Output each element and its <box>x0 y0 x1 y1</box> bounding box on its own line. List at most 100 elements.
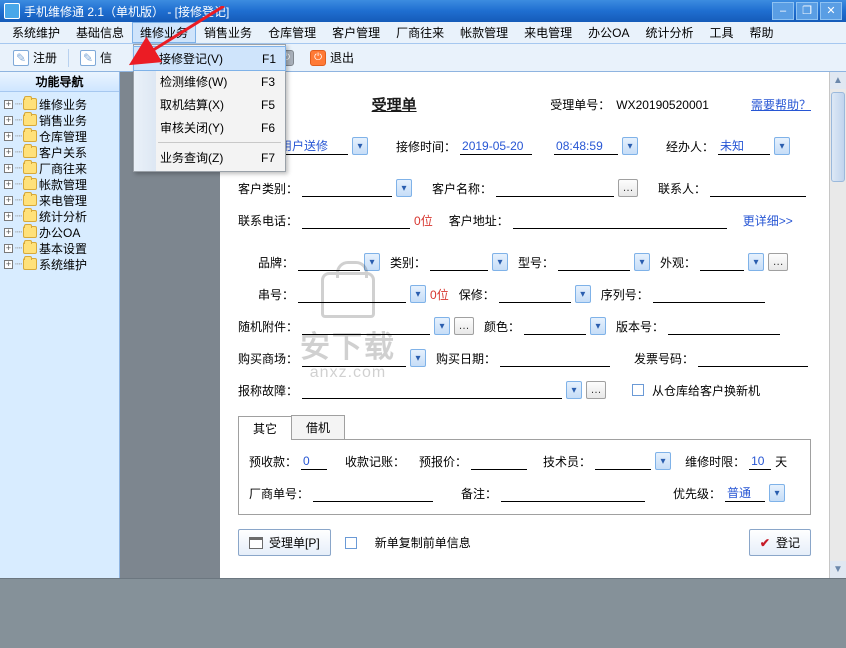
invoice-input[interactable] <box>698 349 808 367</box>
buy-date-input[interactable] <box>500 349 610 367</box>
menu-vendor[interactable]: 厂商往来 <box>388 22 452 43</box>
minimize-button[interactable]: – <box>772 2 794 20</box>
more-detail-link[interactable]: 更详细>> <box>743 212 793 229</box>
menu-customer[interactable]: 客户管理 <box>324 22 388 43</box>
version-input[interactable] <box>668 317 780 335</box>
recv-date-input[interactable] <box>460 137 532 155</box>
tree-item-vendor[interactable]: +┈厂商往来 <box>2 160 117 176</box>
category-dropdown[interactable]: ▾ <box>492 253 508 271</box>
recv-time-input[interactable] <box>554 137 618 155</box>
menu-office-oa[interactable]: 办公OA <box>580 22 637 43</box>
model-input[interactable] <box>558 253 630 271</box>
fault-dropdown[interactable]: ▾ <box>566 381 582 399</box>
copy-prev-checkbox[interactable] <box>345 537 357 549</box>
fault-browse[interactable]: … <box>586 381 606 399</box>
help-link[interactable]: 需要帮助？ <box>751 96 811 113</box>
restore-button[interactable]: ❐ <box>796 2 818 20</box>
menu-basic-info[interactable]: 基础信息 <box>68 22 132 43</box>
expand-icon[interactable]: + <box>4 212 13 221</box>
brand-input[interactable] <box>298 253 360 271</box>
tree-item-basic[interactable]: +┈基本设置 <box>2 240 117 256</box>
dd-item-audit-close[interactable]: 审核关闭(Y) F6 <box>134 116 285 139</box>
cust-name-browse[interactable]: … <box>618 179 638 197</box>
remark-input[interactable] <box>501 484 645 502</box>
tree-item-sales[interactable]: +┈销售业务 <box>2 112 117 128</box>
tb-exit-button-2[interactable]: ⏻ 退出 <box>303 46 361 69</box>
color-input[interactable] <box>524 317 586 335</box>
expand-icon[interactable]: + <box>4 228 13 237</box>
tree-item-calls[interactable]: +┈来电管理 <box>2 192 117 208</box>
expand-icon[interactable]: + <box>4 260 13 269</box>
model-dropdown[interactable]: ▾ <box>634 253 650 271</box>
method-dropdown[interactable]: ▾ <box>352 137 368 155</box>
menu-sales-biz[interactable]: 销售业务 <box>196 22 260 43</box>
attach-input[interactable] <box>302 317 430 335</box>
vertical-scrollbar[interactable]: ▲ ▼ <box>829 72 846 578</box>
scroll-up-arrow[interactable]: ▲ <box>830 72 846 89</box>
menu-stats[interactable]: 统计分析 <box>637 22 701 43</box>
cust-type-dropdown[interactable]: ▾ <box>396 179 412 197</box>
repair-limit-input[interactable] <box>749 452 771 470</box>
expand-icon[interactable]: + <box>4 244 13 253</box>
tree-item-stats[interactable]: +┈统计分析 <box>2 208 117 224</box>
imei-dropdown[interactable]: ▾ <box>410 285 426 303</box>
expand-icon[interactable]: + <box>4 164 13 173</box>
expand-icon[interactable]: + <box>4 100 13 109</box>
scroll-thumb[interactable] <box>831 92 845 182</box>
tree-item-warehouse[interactable]: +┈仓库管理 <box>2 128 117 144</box>
swap-checkbox[interactable] <box>632 384 644 396</box>
menu-tools[interactable]: 工具 <box>702 22 742 43</box>
brand-dropdown[interactable]: ▾ <box>364 253 380 271</box>
menu-calls[interactable]: 来电管理 <box>516 22 580 43</box>
dd-item-inspect[interactable]: 检测维修(W) F3 <box>134 70 285 93</box>
color-dropdown[interactable]: ▾ <box>590 317 606 335</box>
scroll-down-arrow[interactable]: ▼ <box>830 561 846 578</box>
warranty-input[interactable] <box>499 285 571 303</box>
menu-warehouse[interactable]: 仓库管理 <box>260 22 324 43</box>
tree-item-repair[interactable]: +┈维修业务 <box>2 96 117 112</box>
dd-item-pickup[interactable]: 取机结算(X) F5 <box>134 93 285 116</box>
method-input[interactable] <box>278 137 348 155</box>
handler-input[interactable] <box>718 137 770 155</box>
cust-name-input[interactable] <box>496 179 614 197</box>
dd-item-register-repair[interactable]: 接修登记(V) F1 <box>133 46 286 71</box>
expand-icon[interactable]: + <box>4 132 13 141</box>
prepay-input[interactable] <box>301 452 327 470</box>
recv-time-dropdown[interactable]: ▾ <box>622 137 638 155</box>
tech-input[interactable] <box>595 452 651 470</box>
serial-input[interactable] <box>653 285 765 303</box>
tree-item-system[interactable]: +┈系统维护 <box>2 256 117 272</box>
menu-help[interactable]: 帮助 <box>742 22 782 43</box>
tree-item-accounts[interactable]: +┈帐款管理 <box>2 176 117 192</box>
expand-icon[interactable]: + <box>4 180 13 189</box>
addr-input[interactable] <box>513 211 727 229</box>
tb-register-button[interactable]: ✎ 注册 <box>6 46 64 69</box>
appearance-browse[interactable]: … <box>768 253 788 271</box>
fault-input[interactable] <box>302 381 562 399</box>
appearance-dropdown[interactable]: ▾ <box>748 253 764 271</box>
cust-type-input[interactable] <box>302 179 392 197</box>
phone-input[interactable] <box>302 211 410 229</box>
print-order-button[interactable]: 受理单[P] <box>238 529 331 556</box>
pre-quote-input[interactable] <box>471 452 527 470</box>
vendor-no-input[interactable] <box>313 484 433 502</box>
tree-item-customer[interactable]: +┈客户关系 <box>2 144 117 160</box>
expand-icon[interactable]: + <box>4 196 13 205</box>
contact-input[interactable] <box>710 179 806 197</box>
shop-input[interactable] <box>302 349 406 367</box>
tree-item-office[interactable]: +┈办公OA <box>2 224 117 240</box>
submit-button[interactable]: ✔ 登记 <box>749 529 811 556</box>
priority-input[interactable] <box>725 484 765 502</box>
attach-browse[interactable]: … <box>454 317 474 335</box>
expand-icon[interactable]: + <box>4 116 13 125</box>
shop-dropdown[interactable]: ▾ <box>410 349 426 367</box>
close-button[interactable]: ✕ <box>820 2 842 20</box>
dd-item-query[interactable]: 业务查询(Z) F7 <box>134 146 285 169</box>
tech-dropdown[interactable]: ▾ <box>655 452 671 470</box>
imei-input[interactable] <box>298 285 406 303</box>
menu-repair-biz[interactable]: 维修业务 <box>132 22 196 43</box>
attach-dropdown[interactable]: ▾ <box>434 317 450 335</box>
tab-other[interactable]: 其它 <box>238 416 292 440</box>
menu-system-maint[interactable]: 系统维护 <box>4 22 68 43</box>
tb-info-button[interactable]: ✎ 信 <box>73 46 119 69</box>
